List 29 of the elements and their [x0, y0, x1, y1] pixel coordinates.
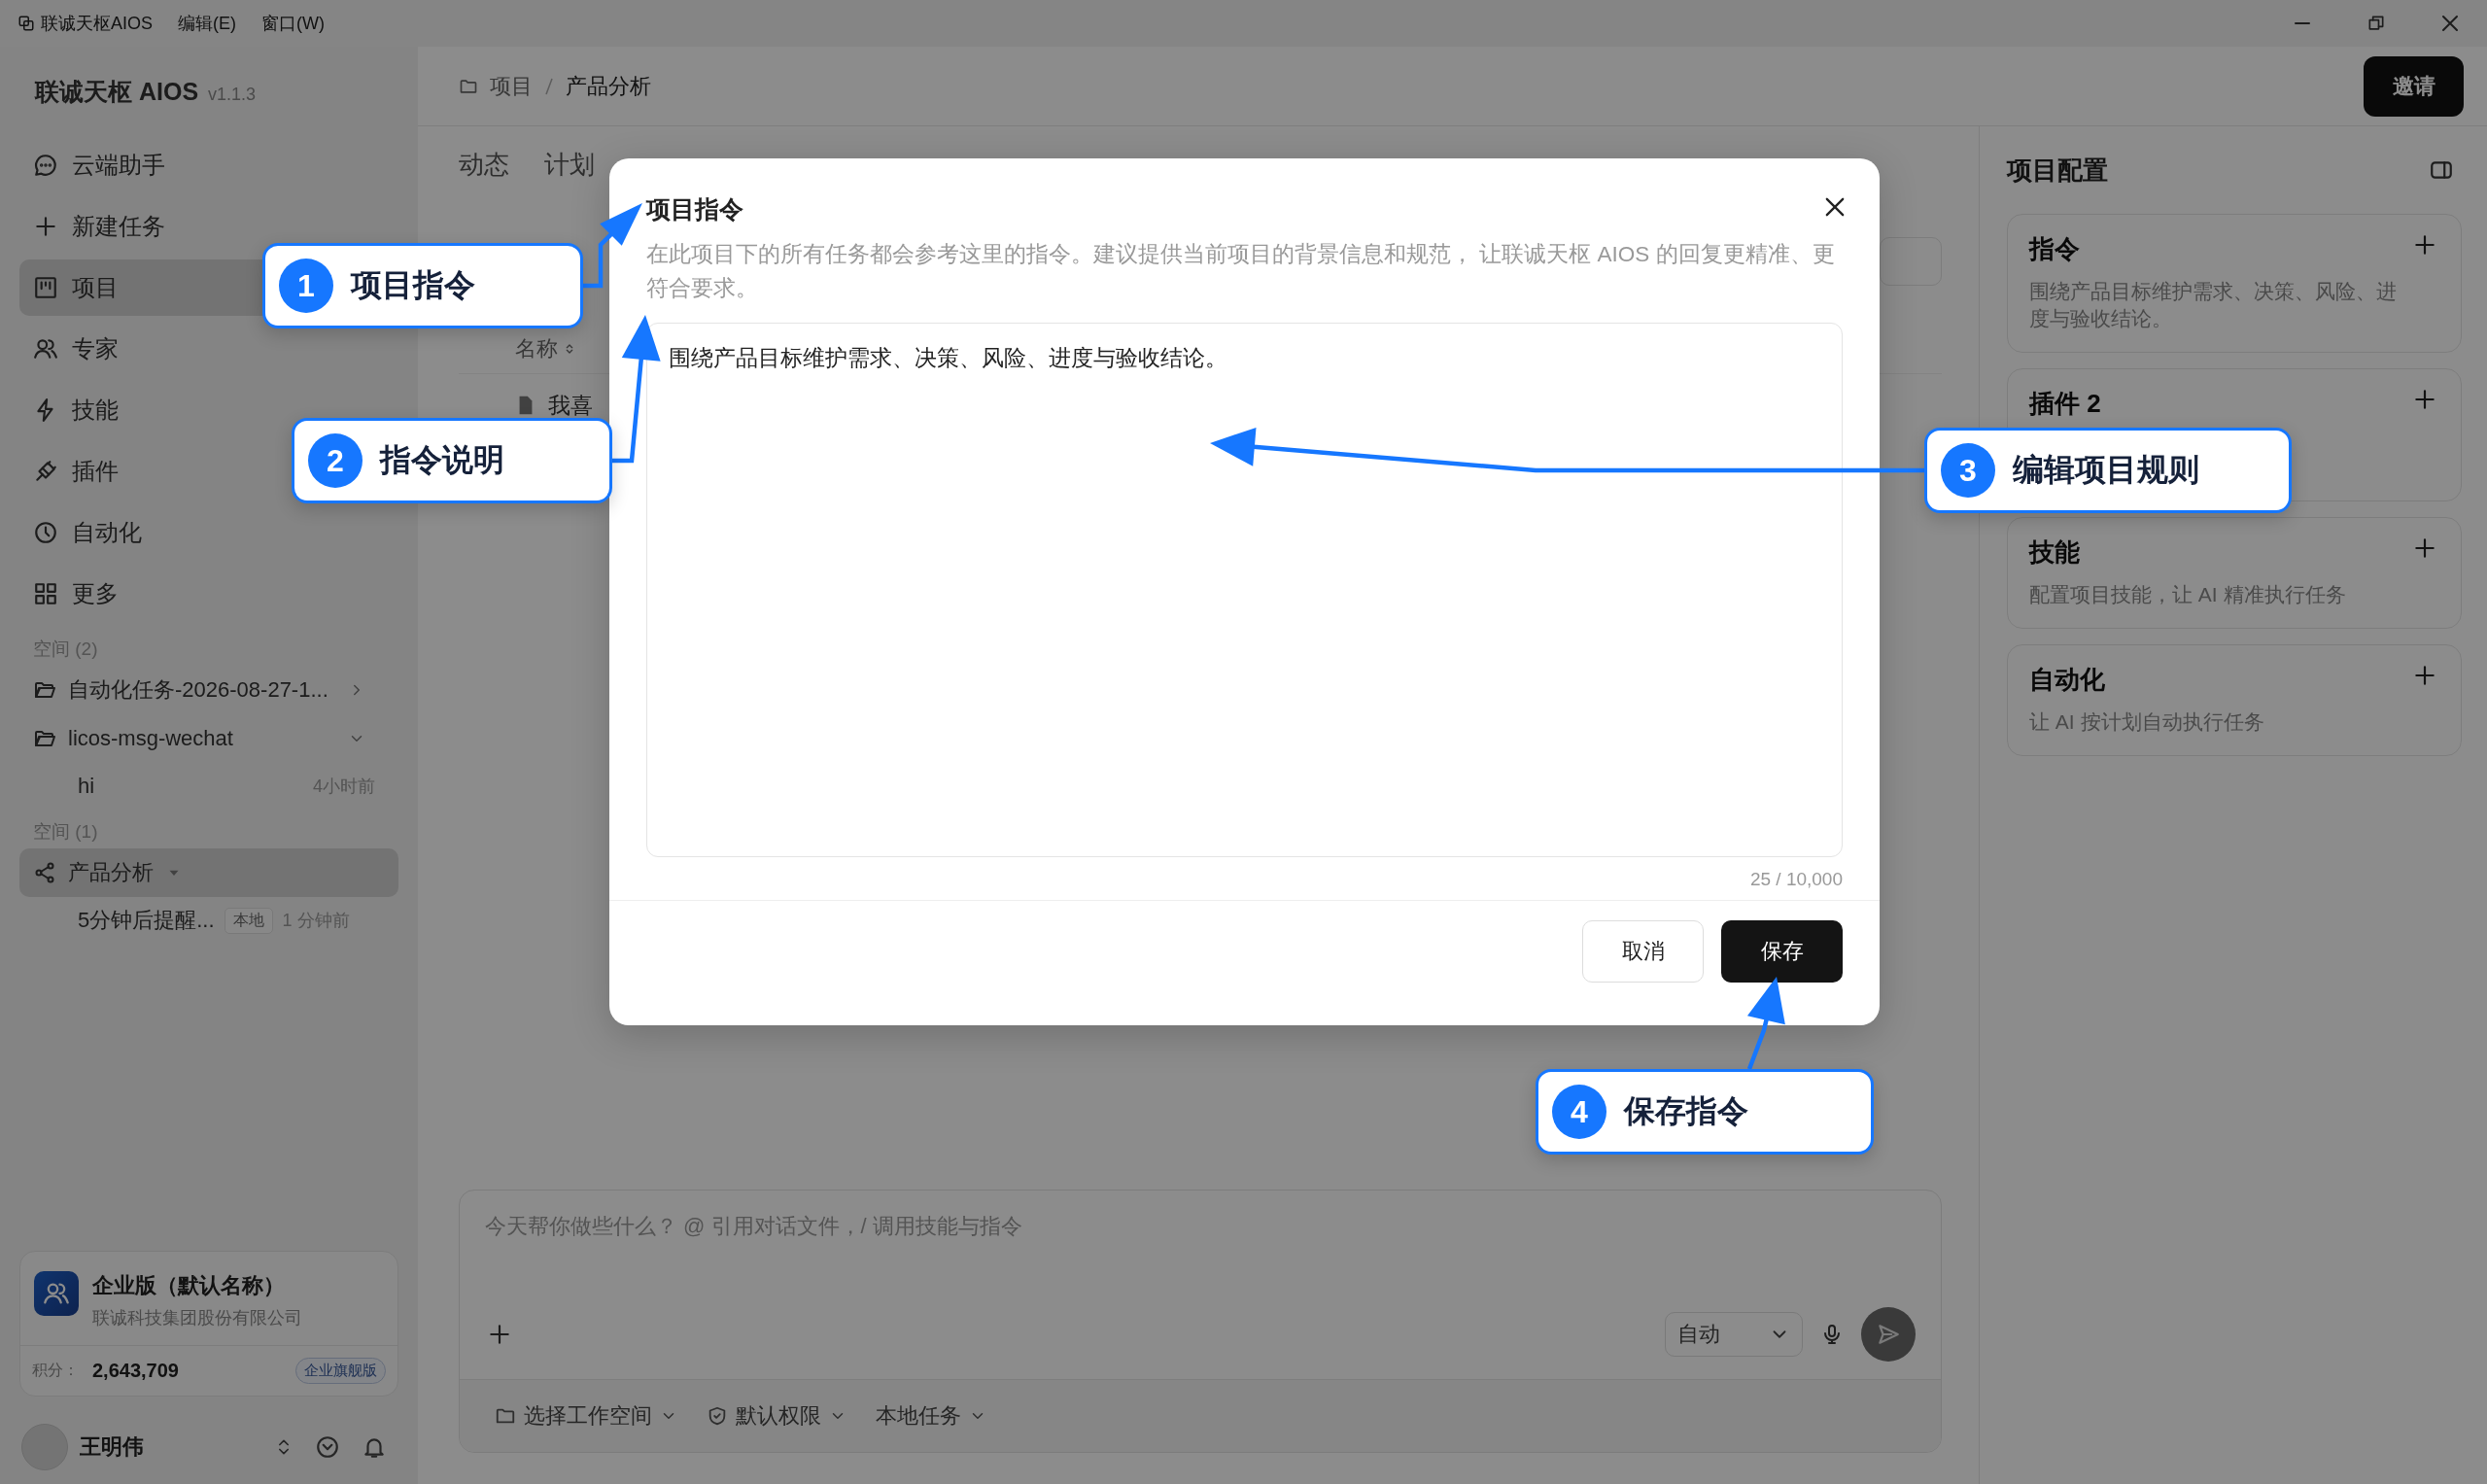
- plan-badge: 企业旗舰版: [295, 1358, 386, 1384]
- card-description: 让 AI 按计划自动执行任务: [2029, 709, 2265, 735]
- local-tag: 本地: [224, 907, 273, 934]
- character-counter: 25 / 10,000: [1748, 868, 1844, 890]
- card-title: 指令: [2029, 233, 2081, 265]
- card-title: 自动化: [2029, 664, 2106, 696]
- org-name: 企业版（默认名称）: [92, 1272, 286, 1299]
- callout-label: 编辑项目规则: [2013, 451, 2199, 489]
- card-description: 围绕产品目标维护需求、决策、风险、进度与验收结论。: [2029, 279, 2398, 331]
- step-number: 3: [1941, 443, 1995, 498]
- dialog-title: 项目指令: [646, 194, 743, 224]
- dialog-description: 在此项目下的所有任务都会参考这里的指令。建议提供当前项目的背景信息和规范， 让联诚天枢 AIOS 的回复更精准、更符合要求。: [646, 241, 1836, 302]
- step-number: 2: [308, 433, 363, 488]
- version-label: v1.1.3: [208, 85, 257, 105]
- card-description: 配置项目技能，让 AI 精准执行任务: [2029, 582, 2347, 607]
- app-name: 联诚天枢AIOS: [41, 13, 153, 35]
- step-number: 4: [1552, 1085, 1606, 1139]
- callout-label: 指令说明: [380, 441, 504, 479]
- points-value: 2,643,709: [92, 1360, 179, 1382]
- points-label: 积分：: [32, 1361, 79, 1380]
- breadcrumb-current: 产品分析: [566, 72, 651, 100]
- app-brand: 联诚天枢 AIOS: [35, 77, 199, 107]
- step-number: 1: [279, 259, 333, 313]
- user-name: 王明伟: [80, 1433, 144, 1461]
- card-title: 技能: [2029, 536, 2081, 569]
- callout-label: 保存指令: [1624, 1092, 1748, 1130]
- card-title: 插件 2: [2029, 388, 2102, 420]
- panel-title: 项目配置: [2007, 154, 2108, 187]
- company-name: 联诚科技集团股份有限公司: [92, 1307, 302, 1329]
